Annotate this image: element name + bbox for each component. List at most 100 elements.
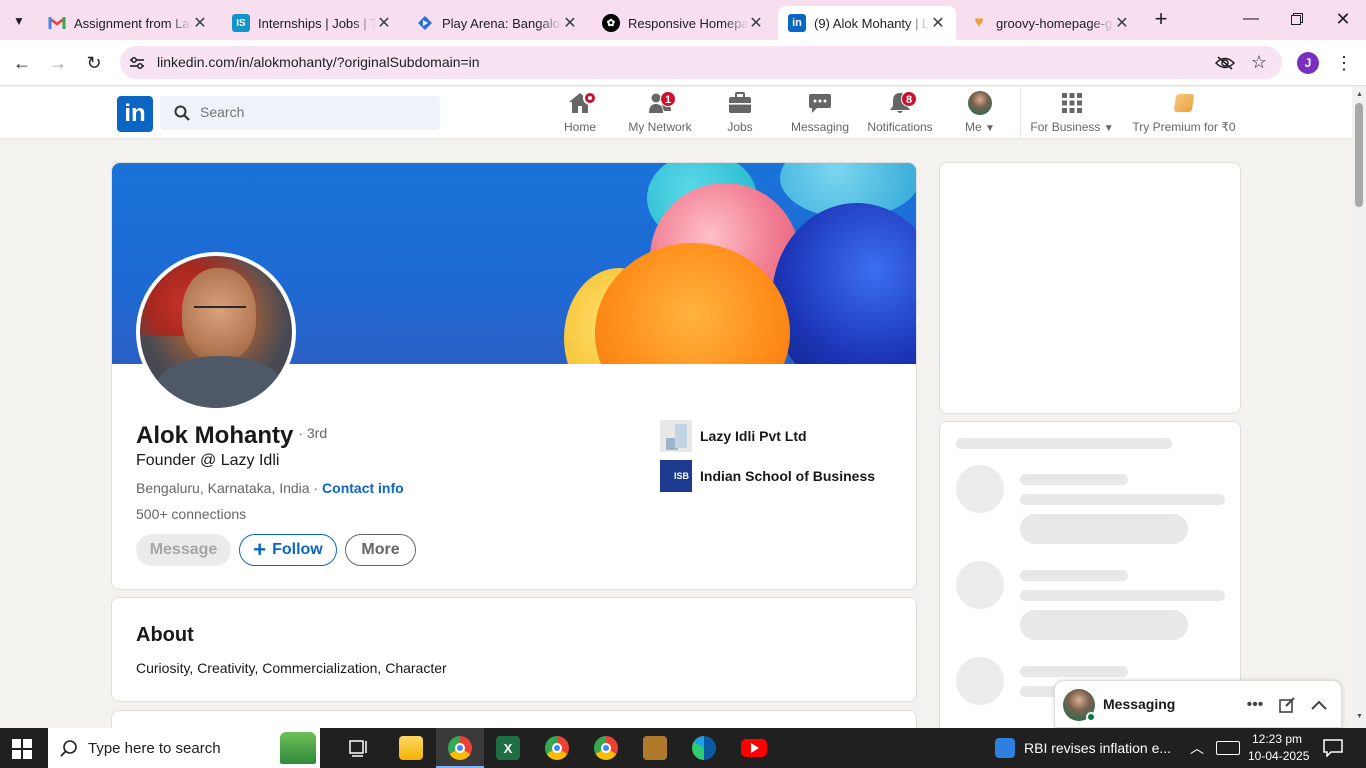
- profile-name-row: Alok Mohanty · 3rd: [136, 422, 327, 450]
- scroll-down-arrow-icon[interactable]: ▼: [1356, 713, 1363, 720]
- more-button[interactable]: More: [345, 534, 416, 566]
- search-highlight-icon: [280, 732, 316, 764]
- location-separator: ·: [313, 480, 319, 496]
- scroll-up-arrow-icon[interactable]: ▲: [1356, 91, 1363, 98]
- address-bar[interactable]: linkedin.com/in/alokmohanty/?originalSub…: [120, 46, 1282, 79]
- nav-try-premium[interactable]: Try Premium for ₹0: [1128, 91, 1240, 135]
- youtube-icon[interactable]: [741, 739, 767, 757]
- experience-current-company[interactable]: Lazy Idli Pvt Ltd: [660, 420, 807, 452]
- file-explorer-icon[interactable]: [399, 736, 423, 760]
- back-icon[interactable]: ←: [10, 51, 34, 75]
- tab-title: Responsive Homepag: [628, 15, 748, 31]
- forward-icon[interactable]: →: [46, 51, 70, 75]
- contact-info-link[interactable]: Contact info: [322, 480, 404, 496]
- notification-center-icon[interactable]: [1323, 739, 1343, 762]
- nav-label: Messaging: [790, 120, 850, 134]
- dosbox-icon[interactable]: [643, 736, 667, 760]
- tab-title: Internships | Jobs | Tra: [258, 15, 376, 31]
- company-logo: [660, 420, 692, 452]
- chrome-icon[interactable]: [545, 736, 569, 760]
- reload-icon[interactable]: ↻: [82, 51, 106, 75]
- browser-tab-6[interactable]: ♥ groovy-homepage-g ✕: [960, 6, 1140, 40]
- avatar-icon: [968, 91, 992, 115]
- taskbar-search-box[interactable]: Type here to search: [48, 728, 320, 768]
- minimize-icon[interactable]: —: [1240, 8, 1262, 30]
- close-tab-icon[interactable]: ✕: [1114, 13, 1130, 33]
- close-tab-icon[interactable]: ✕: [748, 13, 764, 33]
- profile-connections[interactable]: 500+ connections: [136, 506, 246, 522]
- message-button[interactable]: Message: [136, 534, 231, 566]
- site-info-icon[interactable]: [126, 52, 148, 74]
- scrollbar-thumb[interactable]: [1355, 103, 1363, 207]
- eye-off-icon[interactable]: [1214, 52, 1236, 74]
- gmail-icon: [48, 14, 66, 32]
- skeleton-line: [1020, 494, 1225, 505]
- follow-button[interactable]: + Follow: [239, 534, 337, 566]
- tab-title: Assignment from Lazy: [74, 15, 192, 31]
- education-school[interactable]: ISB Indian School of Business: [660, 460, 875, 492]
- close-tab-icon[interactable]: ✕: [192, 13, 208, 33]
- browser-tab-5-active[interactable]: in (9) Alok Mohanty | Li ✕: [778, 6, 956, 40]
- chrome-profile-icon: [448, 736, 472, 760]
- nav-label: Jobs: [727, 120, 753, 134]
- skeleton-line: [1020, 590, 1225, 601]
- profile-headline: Founder @ Lazy Idli: [136, 452, 280, 469]
- compose-icon[interactable]: [1275, 693, 1299, 717]
- taskbar-time[interactable]: 12:23 pm: [1252, 732, 1302, 746]
- search-box[interactable]: [160, 96, 440, 130]
- restore-icon[interactable]: [1286, 8, 1308, 30]
- news-headline[interactable]: RBI revises inflation e...: [1024, 740, 1171, 756]
- profile-top-card: Alok Mohanty · 3rd Founder @ Lazy Idli B…: [111, 162, 917, 590]
- browser-tab-4[interactable]: ✿ Responsive Homepag ✕: [592, 6, 774, 40]
- nav-notifications[interactable]: 8 Notifications: [855, 91, 945, 135]
- task-view-icon[interactable]: [349, 738, 369, 763]
- tab-search-icon[interactable]: ▼: [8, 10, 30, 32]
- follow-label: Follow: [272, 541, 323, 558]
- skeleton-avatar: [956, 465, 1004, 513]
- skeleton-button: [1020, 610, 1188, 640]
- keyboard-icon[interactable]: [1216, 741, 1240, 755]
- profile-location-row: Bengaluru, Karnataka, India · Contact in…: [136, 480, 404, 496]
- nav-label: My Network: [628, 120, 692, 134]
- taskbar-active-app[interactable]: [436, 728, 484, 768]
- chevron-up-icon[interactable]: [1307, 693, 1331, 717]
- taskbar-date[interactable]: 10-04-2025: [1248, 749, 1309, 763]
- chrome-icon-2[interactable]: [594, 736, 618, 760]
- nav-for-business[interactable]: For Business ▼: [1027, 91, 1117, 135]
- more-options-icon[interactable]: •••: [1243, 693, 1267, 717]
- nav-me[interactable]: Me ▼: [935, 91, 1025, 135]
- tray-chevron-up-icon[interactable]: ︿: [1190, 738, 1204, 758]
- nav-home[interactable]: Home: [535, 91, 625, 135]
- browser-tab-2[interactable]: IS Internships | Jobs | Tra ✕: [222, 6, 402, 40]
- close-tab-icon[interactable]: ✕: [376, 13, 392, 33]
- grid-icon: [1062, 93, 1082, 113]
- nav-messaging[interactable]: Messaging: [775, 91, 865, 135]
- close-tab-icon[interactable]: ✕: [562, 13, 578, 33]
- url-text[interactable]: linkedin.com/in/alokmohanty/?originalSub…: [157, 54, 480, 70]
- messaging-icon: [809, 94, 831, 113]
- search-input[interactable]: [200, 104, 420, 120]
- news-widget-icon[interactable]: [995, 738, 1015, 758]
- edge-icon[interactable]: [692, 736, 716, 760]
- about-heading: About: [136, 624, 194, 646]
- browser-toolbar: ← → ↻ linkedin.com/in/alokmohanty/?origi…: [0, 40, 1366, 86]
- skeleton-line: [1020, 474, 1128, 485]
- bookmark-star-icon[interactable]: ☆: [1248, 51, 1270, 73]
- messaging-widget[interactable]: Messaging •••: [1054, 680, 1342, 728]
- close-window-icon[interactable]: ✕: [1332, 8, 1354, 30]
- browser-tab-1[interactable]: Assignment from Lazy ✕: [38, 6, 218, 40]
- close-tab-icon[interactable]: ✕: [930, 13, 946, 33]
- profile-photo[interactable]: [136, 252, 296, 412]
- windows-start-icon[interactable]: [12, 739, 32, 764]
- browser-tab-3[interactable]: Play Arena: Bangalore ✕: [406, 6, 588, 40]
- browser-menu-icon[interactable]: ⋮: [1333, 51, 1355, 75]
- linkedin-logo[interactable]: in: [117, 96, 153, 132]
- nav-jobs[interactable]: Jobs: [695, 91, 785, 135]
- page-scrollbar[interactable]: ▲ ▼: [1352, 87, 1366, 728]
- excel-icon[interactable]: X: [496, 736, 520, 760]
- nav-my-network[interactable]: 1 My Network: [615, 91, 705, 135]
- browser-profile-avatar[interactable]: J: [1297, 52, 1319, 74]
- notifications-badge: 8: [901, 91, 917, 107]
- new-tab-icon[interactable]: +: [1150, 6, 1172, 31]
- taskbar-search-text: Type here to search: [88, 740, 221, 757]
